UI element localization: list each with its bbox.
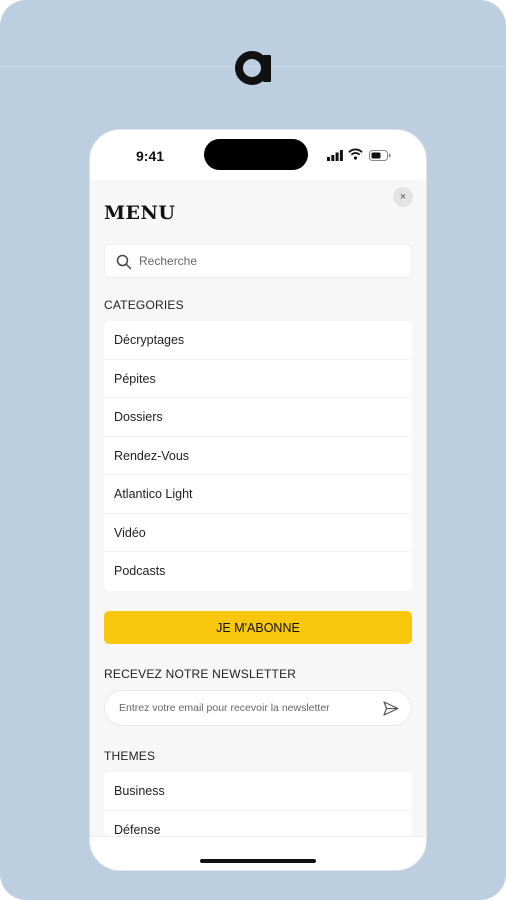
atlantico-logo-icon bbox=[235, 51, 271, 85]
subscribe-button[interactable]: JE M'ABONNE bbox=[104, 611, 412, 644]
newsletter-email-input[interactable] bbox=[119, 691, 374, 725]
category-item-podcasts[interactable]: Podcasts bbox=[104, 552, 412, 591]
app-store-screenshot: 9:41 × MENU Recherche CATEGORIES Décrypt… bbox=[0, 0, 506, 900]
close-icon: × bbox=[399, 191, 407, 203]
theme-item-business[interactable]: Business bbox=[104, 772, 412, 811]
page-title: MENU bbox=[104, 202, 176, 224]
home-indicator bbox=[200, 859, 316, 863]
status-bar: 9:41 bbox=[90, 130, 426, 180]
search-input[interactable] bbox=[139, 245, 399, 277]
themes-list: Business Défense bbox=[104, 772, 412, 836]
newsletter-heading: RECEVEZ NOTRE NEWSLETTER bbox=[104, 667, 297, 681]
dynamic-island bbox=[204, 139, 308, 170]
category-item-atlantico-light[interactable]: Atlantico Light bbox=[104, 475, 412, 514]
category-item-video[interactable]: Vidéo bbox=[104, 514, 412, 552]
bottom-bar bbox=[90, 836, 426, 870]
status-time: 9:41 bbox=[136, 148, 165, 164]
close-button[interactable]: × bbox=[393, 187, 413, 207]
themes-heading: THEMES bbox=[104, 749, 156, 763]
theme-item-defense[interactable]: Défense bbox=[104, 811, 412, 837]
categories-list: Décryptages Pépites Dossiers Rendez-Vous… bbox=[104, 321, 412, 591]
wifi-icon bbox=[348, 148, 363, 160]
phone-frame: 9:41 × MENU Recherche CATEGORIES Décrypt… bbox=[90, 130, 426, 870]
signal-icon bbox=[327, 150, 343, 161]
search-icon bbox=[116, 254, 132, 270]
category-item-dossiers[interactable]: Dossiers bbox=[104, 398, 412, 437]
send-icon[interactable] bbox=[383, 701, 399, 716]
battery-icon bbox=[369, 150, 391, 161]
category-item-rendez-vous[interactable]: Rendez-Vous bbox=[104, 437, 412, 475]
category-item-pepites[interactable]: Pépites bbox=[104, 360, 412, 398]
newsletter-box[interactable] bbox=[104, 690, 412, 726]
search-box[interactable] bbox=[104, 244, 412, 278]
category-item-decryptages[interactable]: Décryptages bbox=[104, 321, 412, 360]
categories-heading: CATEGORIES bbox=[104, 298, 184, 312]
